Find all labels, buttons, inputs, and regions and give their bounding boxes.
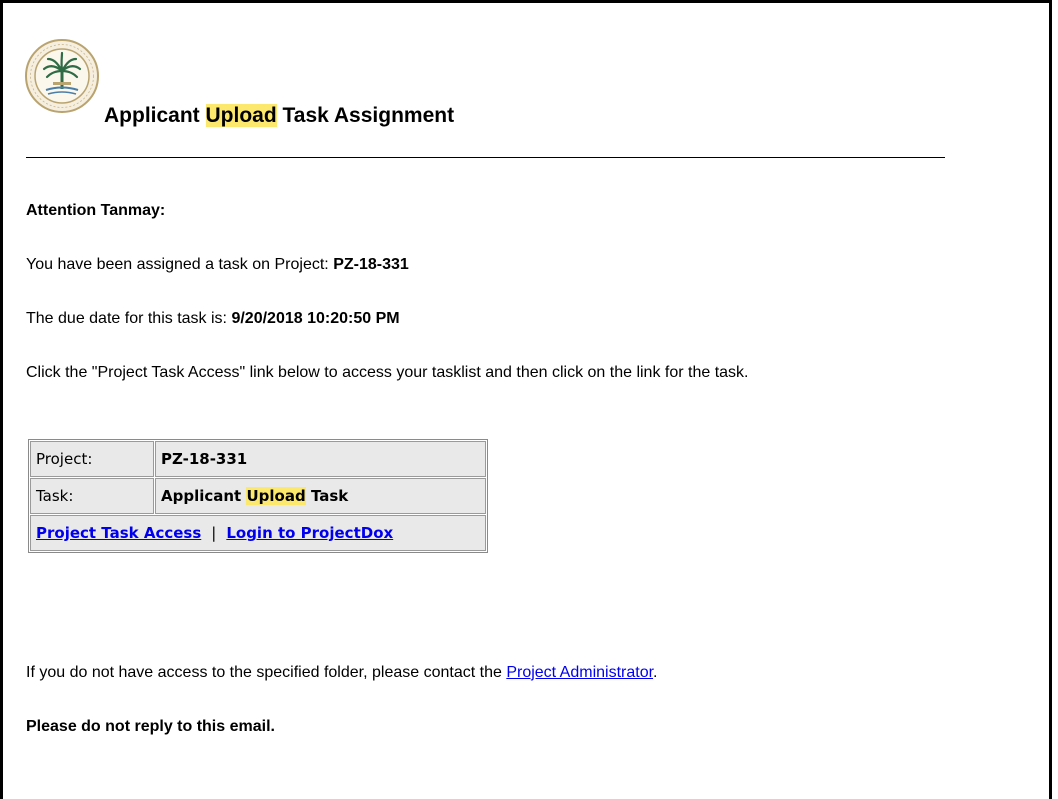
link-separator: | <box>211 524 217 542</box>
table-row-links: Project Task Access | Login to ProjectDox <box>30 515 486 551</box>
title-highlight: Upload <box>205 104 277 127</box>
no-access-line: If you do not have access to the specifi… <box>26 664 658 681</box>
links-cell: Project Task Access | Login to ProjectDox <box>30 515 486 551</box>
task-label: Task: <box>30 478 154 514</box>
table-row-project: Project: PZ-18-331 <box>30 441 486 477</box>
project-administrator-link[interactable]: Project Administrator <box>506 664 653 681</box>
due-date-line: The due date for this task is: 9/20/2018… <box>26 310 400 327</box>
task-highlight: Upload <box>246 487 306 505</box>
title-divider <box>26 157 945 158</box>
city-seal-icon <box>25 39 99 113</box>
due-date: 9/20/2018 10:20:50 PM <box>231 310 400 327</box>
assigned-line: You have been assigned a task on Project… <box>26 256 409 273</box>
task-info-table: Project: PZ-18-331 Task: Applicant Uploa… <box>28 439 488 553</box>
project-number: PZ-18-331 <box>333 256 409 273</box>
no-reply-line: Please do not reply to this email. <box>26 718 275 735</box>
project-value: PZ-18-331 <box>155 441 486 477</box>
instructions-line: Click the "Project Task Access" link bel… <box>26 364 749 381</box>
project-task-access-link[interactable]: Project Task Access <box>36 524 201 542</box>
project-label: Project: <box>30 441 154 477</box>
table-row-task: Task: Applicant Upload Task <box>30 478 486 514</box>
task-value: Applicant Upload Task <box>155 478 486 514</box>
attention-line: Attention Tanmay: <box>26 202 166 219</box>
login-projectdox-link[interactable]: Login to ProjectDox <box>226 524 393 542</box>
email-title: Applicant Upload Task Assignment <box>104 104 455 127</box>
